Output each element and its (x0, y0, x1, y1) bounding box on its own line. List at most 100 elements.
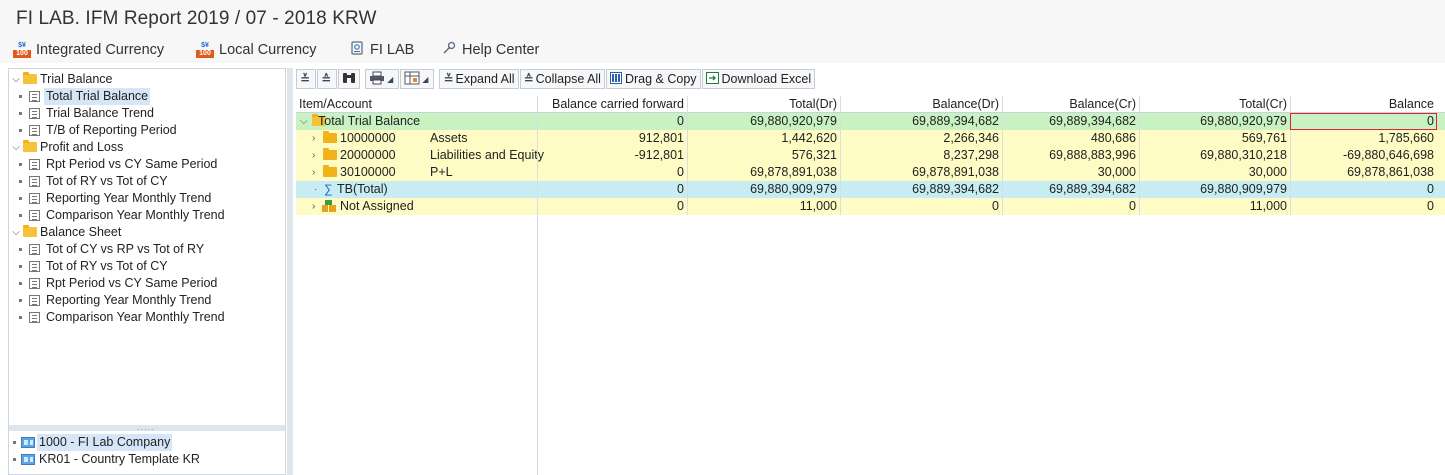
value-cell[interactable]: 2,266,346 (840, 130, 1002, 147)
chevron-down-icon[interactable]: ⌵ (11, 139, 21, 156)
table-row-not-assigned[interactable]: › Not Assigned 0 11,000 0 0 11,000 0 (296, 198, 1445, 215)
value-cell[interactable]: 0 (537, 198, 687, 215)
chevron-down-icon[interactable]: ⌵ (300, 113, 308, 130)
collapse-all-button[interactable]: ≙ Collapse All (519, 69, 605, 89)
tree-item-bs-tot-ry-vs-tot-cy[interactable]: Tot of RY vs Tot of CY (9, 258, 285, 275)
menu-local-currency[interactable]: $¥ 100 Local Currency (196, 40, 317, 60)
tree-group-balance-sheet[interactable]: ⌵ Balance Sheet (9, 224, 285, 241)
tree-group-profit-and-loss[interactable]: ⌵ Profit and Loss (9, 139, 285, 156)
value-cell[interactable]: 69,889,394,682 (1002, 181, 1139, 198)
double-chevron-down-icon: ≚ (443, 72, 454, 86)
bullet-icon (19, 248, 22, 251)
value-cell[interactable]: 0 (1290, 181, 1437, 198)
company-item-kr01[interactable]: KR01 - Country Template KR (9, 451, 285, 468)
value-cell[interactable]: 8,237,298 (840, 147, 1002, 164)
menu-fi-lab[interactable]: FI LAB (349, 40, 414, 60)
chevron-right-icon[interactable]: › (312, 147, 315, 164)
chevron-down-icon[interactable]: ⌵ (11, 224, 21, 241)
download-excel-button[interactable]: Download Excel (701, 69, 816, 89)
value-cell[interactable]: 69,880,909,979 (1139, 181, 1290, 198)
value-cell[interactable]: 11,000 (1139, 198, 1290, 215)
tree-item-bs-reporting-year-monthly-trend[interactable]: Reporting Year Monthly Trend (9, 292, 285, 309)
value-cell[interactable]: 69,880,920,979 (687, 113, 840, 130)
drag-copy-button[interactable]: Drag & Copy (605, 69, 701, 89)
tree-item-tot-cy-vs-rp-vs-tot-ry[interactable]: Tot of CY vs RP vs Tot of RY (9, 241, 285, 258)
tree-item-tb-of-reporting-period[interactable]: T/B of Reporting Period (9, 122, 285, 139)
value-cell[interactable]: 69,878,891,038 (840, 164, 1002, 181)
column-header[interactable]: Balance(Cr) (1002, 96, 1139, 113)
not-assigned-icon (322, 200, 336, 212)
tree-item-comparison-year-monthly-trend[interactable]: Comparison Year Monthly Trend (9, 207, 285, 224)
table-row-tb-total[interactable]: · ∑ TB(Total) 0 69,880,909,979 69,889,39… (296, 181, 1445, 198)
value-cell[interactable]: 69,888,883,996 (1002, 147, 1139, 164)
table-row-assets[interactable]: › 10000000 Assets 912,801 1,442,620 2,26… (296, 130, 1445, 147)
value-cell[interactable]: 69,880,920,979 (1139, 113, 1290, 130)
value-cell[interactable]: 69,880,310,218 (1139, 147, 1290, 164)
value-cell[interactable]: 69,889,394,682 (840, 181, 1002, 198)
table-row-liabilities-equity[interactable]: › 20000000 Liabilities and Equity -912,8… (296, 147, 1445, 164)
pane-splitter[interactable]: ..... (9, 423, 285, 432)
chevron-down-icon[interactable]: ⌵ (11, 71, 21, 88)
chevron-right-icon[interactable]: › (312, 130, 315, 147)
value-cell[interactable]: 0 (1002, 198, 1139, 215)
value-cell[interactable]: 69,880,909,979 (687, 181, 840, 198)
tree-item-total-trial-balance[interactable]: Total Trial Balance (9, 88, 285, 105)
company-item-1000[interactable]: 1000 - FI Lab Company (9, 434, 285, 451)
value-cell[interactable]: 69,878,891,038 (687, 164, 840, 181)
tree-item-label: Comparison Year Monthly Trend (46, 310, 225, 324)
value-cell[interactable]: 0 (1290, 113, 1437, 130)
value-cell[interactable]: 69,878,861,038 (1290, 164, 1437, 181)
tree-item-bs-rpt-period-vs-cy[interactable]: Rpt Period vs CY Same Period (9, 275, 285, 292)
value-cell[interactable]: 480,686 (1002, 130, 1139, 147)
tree-item-reporting-year-monthly-trend[interactable]: Reporting Year Monthly Trend (9, 190, 285, 207)
table-row-pl[interactable]: › 30100000 P+L 0 69,878,891,038 69,878,8… (296, 164, 1445, 181)
binoculars-icon (342, 72, 356, 87)
value-cell[interactable]: 0 (537, 181, 687, 198)
chevron-right-icon[interactable]: › (312, 164, 315, 181)
expand-all-button[interactable]: ≚ Expand All (439, 69, 519, 89)
column-header[interactable]: Total(Cr) (1139, 96, 1290, 113)
print-button[interactable]: ◢ (365, 69, 400, 89)
collapse-button[interactable]: ≙ (317, 69, 338, 89)
table-row-total-trial-balance[interactable]: ⌵ Total Trial Balance 0 69,880,920,979 6… (296, 113, 1445, 130)
value-cell[interactable]: 0 (1290, 198, 1437, 215)
layout-button[interactable]: ◢ (400, 69, 435, 89)
value-cell[interactable]: 11,000 (687, 198, 840, 215)
tree-group-trial-balance[interactable]: ⌵ Trial Balance (9, 71, 285, 88)
vertical-splitter[interactable] (287, 68, 293, 475)
tree-item-tot-ry-vs-tot-cy[interactable]: Tot of RY vs Tot of CY (9, 173, 285, 190)
value-cell[interactable]: 0 (537, 113, 687, 130)
column-header[interactable]: Balance carried forward (537, 96, 687, 113)
value-cell[interactable]: 69,889,394,682 (1002, 113, 1139, 130)
folder-open-icon (23, 225, 37, 237)
tree-item-rpt-period-vs-cy[interactable]: Rpt Period vs CY Same Period (9, 156, 285, 173)
find-button[interactable] (338, 69, 361, 89)
value-cell[interactable]: -69,880,646,698 (1290, 147, 1437, 164)
value-cell[interactable]: 69,889,394,682 (840, 113, 1002, 130)
expand-button[interactable]: ≚ (296, 69, 317, 89)
account-description: P+L (430, 165, 453, 179)
folder-open-icon (23, 140, 37, 152)
value-cell[interactable]: 0 (537, 164, 687, 181)
menu-integrated-currency[interactable]: $¥ 100 Integrated Currency (13, 40, 164, 60)
tree-item-bs-comparison-year-monthly-trend[interactable]: Comparison Year Monthly Trend (9, 309, 285, 326)
value-cell[interactable]: 30,000 (1002, 164, 1139, 181)
tree-item-label: T/B of Reporting Period (46, 123, 177, 137)
tree-item-trial-balance-trend[interactable]: Trial Balance Trend (9, 105, 285, 122)
column-header[interactable]: Balance(Dr) (840, 96, 1002, 113)
column-header[interactable]: Item/Account (296, 96, 537, 113)
value-cell[interactable]: 1,785,660 (1290, 130, 1437, 147)
value-cell[interactable]: 569,761 (1139, 130, 1290, 147)
value-cell[interactable]: 912,801 (537, 130, 687, 147)
column-divider (537, 113, 538, 475)
chevron-right-icon[interactable]: › (312, 198, 315, 215)
value-cell[interactable]: 1,442,620 (687, 130, 840, 147)
column-header[interactable]: Balance (1290, 96, 1437, 113)
menu-help-center[interactable]: Help Center (441, 40, 539, 60)
value-cell[interactable]: 0 (840, 198, 1002, 215)
value-cell[interactable]: 576,321 (687, 147, 840, 164)
value-cell[interactable]: -912,801 (537, 147, 687, 164)
tree-item-label: Total Trial Balance (44, 88, 151, 105)
column-header[interactable]: Total(Dr) (687, 96, 840, 113)
value-cell[interactable]: 30,000 (1139, 164, 1290, 181)
